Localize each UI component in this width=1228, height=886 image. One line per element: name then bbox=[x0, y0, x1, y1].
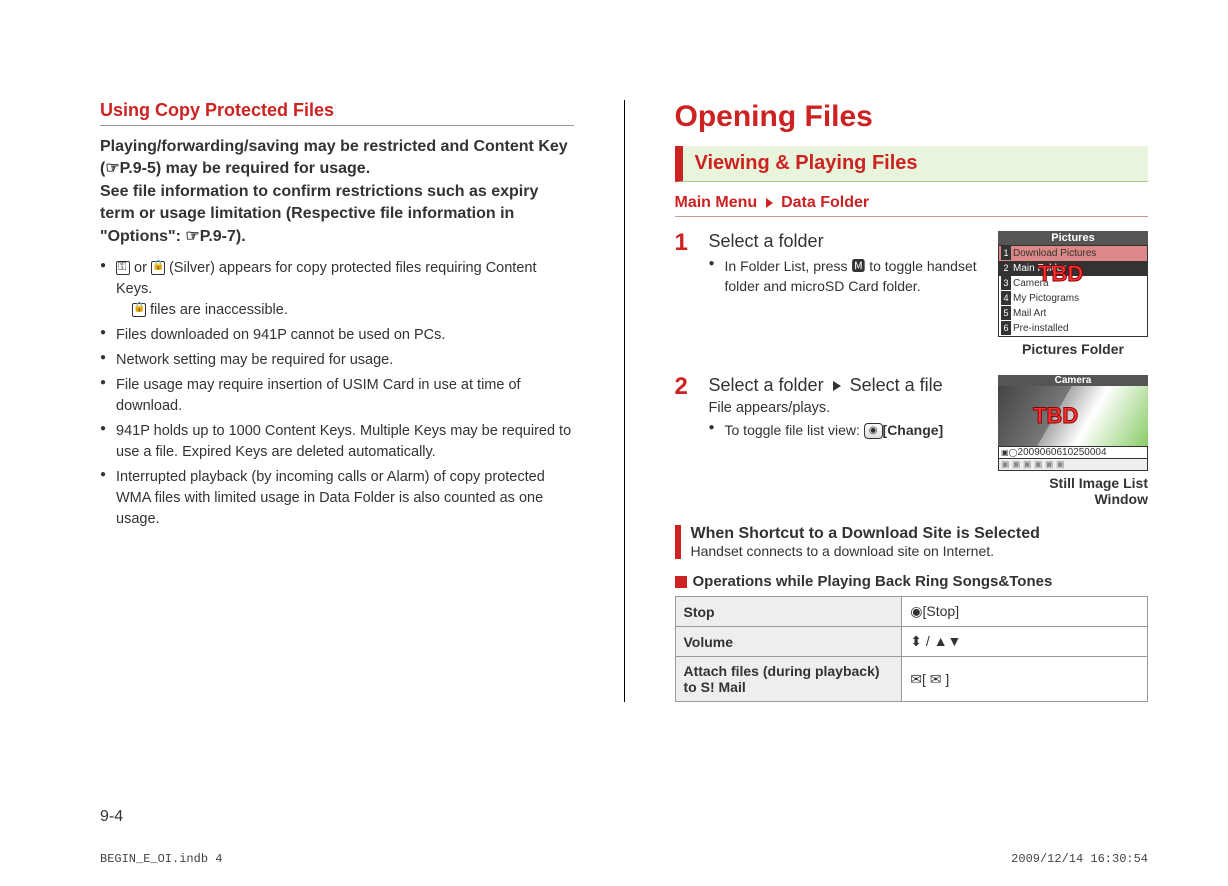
thumb-row: 6Pre-installed bbox=[999, 321, 1147, 336]
path-a: Main Menu bbox=[675, 194, 758, 211]
left-intro: Playing/forwarding/saving may be restric… bbox=[100, 136, 574, 248]
path-b: Data Folder bbox=[781, 194, 869, 211]
key-icon bbox=[116, 261, 130, 275]
ops-heading-text: Operations while Playing Back Ring Songs… bbox=[693, 573, 1053, 590]
step-number: 1 bbox=[675, 231, 697, 357]
ops-value: ◉[Stop] bbox=[902, 597, 1148, 627]
square-icon bbox=[675, 576, 687, 588]
note-body: Handset connects to a download site on I… bbox=[691, 543, 1149, 559]
bullet-item: Network setting may be required for usag… bbox=[100, 350, 574, 371]
step: 2 Select a folder Select a file File app… bbox=[675, 375, 1149, 507]
bullet-text: or bbox=[130, 260, 151, 276]
left-bullets: or (Silver) appears for copy protected f… bbox=[100, 258, 574, 530]
lock-icon bbox=[132, 303, 146, 317]
bullet-item: Files downloaded on 941P cannot be used … bbox=[100, 325, 574, 346]
ops-value: ⬍ / ▲▼ bbox=[902, 627, 1148, 657]
ops-label: Stop bbox=[675, 597, 902, 627]
right-column: Opening Files Viewing & Playing Files Ma… bbox=[675, 100, 1149, 702]
arrow-right-icon bbox=[833, 381, 841, 391]
thumb-row: 2Main Folder bbox=[999, 261, 1147, 276]
step-number: 2 bbox=[675, 375, 697, 507]
column-divider bbox=[624, 100, 625, 702]
thumb-row: 4My Pictograms bbox=[999, 291, 1147, 306]
thumb-row: 3Camera bbox=[999, 276, 1147, 291]
print-file: BEGIN_E_OI.indb 4 bbox=[100, 852, 222, 866]
table-row: Volume ⬍ / ▲▼ bbox=[675, 627, 1148, 657]
ops-table: Stop ◉[Stop] Volume ⬍ / ▲▼ Attach files … bbox=[675, 596, 1149, 702]
ops-value: ✉[ ✉ ] bbox=[902, 657, 1148, 702]
camera-icon-row: ▣ ▣ ▣ ▣ ▣ ▣ bbox=[998, 459, 1148, 471]
step-bullet: To toggle file list view: ◉[Change] bbox=[709, 420, 989, 440]
step-title-b: Select a file bbox=[845, 375, 943, 395]
thumb-title: Pictures bbox=[998, 231, 1148, 245]
ops-label: Attach files (during playback) to S! Mai… bbox=[675, 657, 902, 702]
table-row: Attach files (during playback) to S! Mai… bbox=[675, 657, 1148, 702]
camera-thumb-image bbox=[998, 386, 1148, 446]
step-bullet: In Folder List, press 🅼 to toggle handse… bbox=[709, 256, 989, 297]
bullet-subline: files are inaccessible. bbox=[132, 300, 574, 321]
lock-icon bbox=[151, 261, 165, 275]
bullet-item: or (Silver) appears for copy protected f… bbox=[100, 258, 574, 321]
camera-caption: Still Image List Window bbox=[998, 475, 1148, 507]
step-title-a: Select a folder bbox=[709, 375, 829, 395]
thumb-row: 5Mail Art bbox=[999, 306, 1147, 321]
bullet-text: To toggle file list view: bbox=[725, 422, 864, 438]
camera-thumb-title: Camera bbox=[998, 375, 1148, 386]
bullet-item: Interrupted playback (by incoming calls … bbox=[100, 467, 574, 530]
ops-heading: Operations while Playing Back Ring Songs… bbox=[675, 573, 1149, 590]
table-row: Stop ◉[Stop] bbox=[675, 597, 1148, 627]
left-heading: Using Copy Protected Files bbox=[100, 100, 574, 126]
bullet-text-post: (Silver) appears for copy protected file… bbox=[116, 260, 537, 297]
note-title: When Shortcut to a Download Site is Sele… bbox=[691, 525, 1149, 543]
print-date: 2009/12/14 16:30:54 bbox=[1011, 852, 1148, 866]
subline-text: files are inaccessible. bbox=[146, 302, 288, 318]
step-title: Select a folder Select a file bbox=[709, 375, 989, 396]
camera-button-icon: ◉ bbox=[864, 423, 883, 439]
step: 1 Select a folder In Folder List, press … bbox=[675, 231, 1149, 357]
nav-path: Main Menu Data Folder bbox=[675, 194, 1149, 217]
bullet-item: 941P holds up to 1000 Content Keys. Mult… bbox=[100, 421, 574, 463]
page-number: 9-4 bbox=[100, 808, 123, 826]
thumb-caption: Pictures Folder bbox=[998, 341, 1148, 357]
thumb-row: 1Download Pictures bbox=[999, 246, 1147, 261]
main-heading: Opening Files bbox=[675, 100, 1149, 134]
chevron-right-icon bbox=[766, 198, 773, 208]
camera-barcode: ▣◯2009060610250004 bbox=[998, 446, 1148, 459]
change-label: [Change] bbox=[883, 422, 944, 438]
print-line: BEGIN_E_OI.indb 4 2009/12/14 16:30:54 bbox=[100, 852, 1148, 866]
pictures-thumb: Pictures 1Download Pictures 2Main Folder… bbox=[998, 231, 1148, 357]
note-block: When Shortcut to a Download Site is Sele… bbox=[675, 525, 1149, 559]
ops-label: Volume bbox=[675, 627, 902, 657]
left-column: Using Copy Protected Files Playing/forwa… bbox=[100, 100, 574, 702]
camera-thumb: Camera ▣◯2009060610250004 ▣ ▣ ▣ ▣ ▣ ▣ TB… bbox=[998, 375, 1148, 507]
bullet-item: File usage may require insertion of USIM… bbox=[100, 375, 574, 417]
section-heading: Viewing & Playing Files bbox=[675, 146, 1149, 182]
step-subtitle: File appears/plays. bbox=[709, 400, 989, 416]
step-title: Select a folder bbox=[709, 231, 989, 252]
